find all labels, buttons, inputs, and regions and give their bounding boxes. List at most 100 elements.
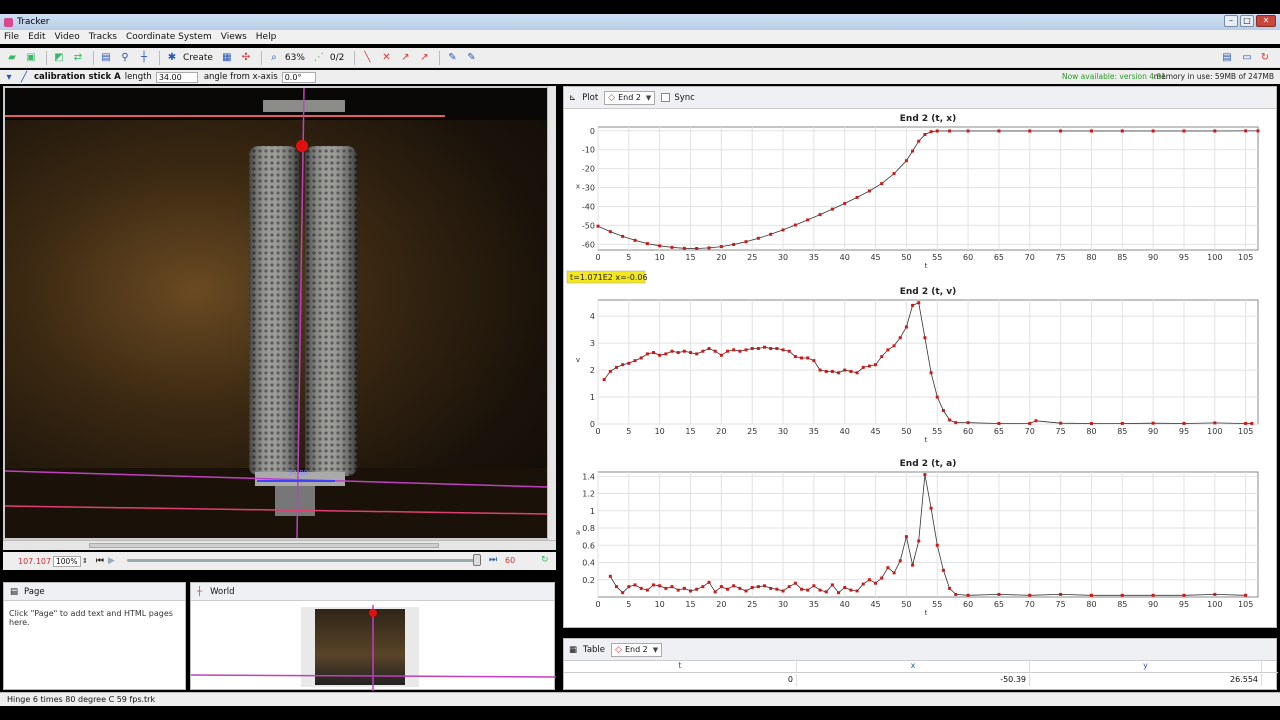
minimize-button[interactable]: – [1224,15,1238,27]
data-point [608,230,612,234]
data-point [633,359,637,363]
menu-coordinate-system[interactable]: Coordinate System [126,32,212,42]
menu-help[interactable]: Help [256,32,277,42]
end-frame-field[interactable]: 60 [505,556,515,565]
protractor-icon[interactable]: ✎ [463,50,479,66]
data-point [787,585,791,589]
zoom-icon[interactable]: ⌕ [266,50,282,66]
scroll-thumb[interactable] [89,543,439,548]
playback-rate-field[interactable]: 100% [53,555,81,567]
acceleration-icon[interactable]: ↗ [416,50,432,66]
calibration-track-name[interactable]: calibration stick A [34,72,121,82]
dropdown-arrow-icon[interactable]: ▾ [4,69,14,85]
calibration-tools-icon[interactable]: ⚲ [117,50,133,66]
x-tick-label: 35 [809,253,819,262]
plots-area[interactable]: 0 5 10 15 20 25 30 35 40 45 50 55 60 65 70 75 80 85 90 95 10… [564,109,1276,627]
plot-track-selector[interactable]: ◇ End 2 ▼ [604,90,656,105]
step-back-icon[interactable]: ⏮ [96,556,104,566]
x-tick-label: 80 [1086,427,1096,436]
x-tick-label: 100 [1207,600,1222,609]
zoom-level[interactable]: 63% [285,53,305,63]
data-point [738,349,742,353]
x-tick-label: 85 [1117,600,1127,609]
x-tick-label: 90 [1148,253,1158,262]
save-icon[interactable]: ▣ [23,50,39,66]
data-point [732,584,736,588]
video-horizontal-scrollbar[interactable] [3,540,556,550]
frame-slider[interactable] [127,559,479,562]
frame-slider-knob[interactable] [473,554,481,566]
menu-video[interactable]: Video [55,32,80,42]
menu-views[interactable]: Views [221,32,247,42]
data-point [658,584,662,588]
refresh-icon[interactable]: ↻ [1257,50,1273,66]
maximize-button[interactable]: □ [1240,15,1254,27]
plot-label[interactable]: Plot [582,93,598,103]
toolbar-divider [159,50,160,65]
notes-icon[interactable]: ▤ [1219,50,1235,66]
autotracker-icon[interactable]: ✣ [238,50,254,66]
vector-icon[interactable]: ╲ [359,50,375,66]
end2-marker[interactable] [296,140,308,152]
menu-edit[interactable]: Edit [28,32,45,42]
data-point [701,349,705,353]
page-hint-text: Click "Page" to add text and HTML pages … [9,609,173,627]
data-point [941,409,945,413]
axes-icon[interactable]: ┼ [136,50,152,66]
data-point [824,590,828,594]
position-marker-icon[interactable]: ✕ [378,50,394,66]
data-point [670,245,674,249]
create-track-icon[interactable]: ✱ [164,50,180,66]
menu-tracks[interactable]: Tracks [89,32,117,42]
chevron-down-icon: ▼ [645,93,652,102]
data-point [997,421,1001,425]
open-video-icon[interactable]: ◩ [51,50,67,66]
sync-label: Sync [674,92,695,103]
loop-icon[interactable]: ↻ [541,555,549,565]
data-point [719,353,723,357]
data-point [966,421,970,425]
data-point [954,592,958,596]
data-point [658,244,662,248]
footprint-counter[interactable]: 0/2 [330,53,344,63]
frame-time-field[interactable]: 107.107 [18,557,53,566]
data-point [769,232,773,236]
video-vertical-scrollbar[interactable] [547,86,556,550]
column-header-t[interactable]: t [564,659,797,672]
close-button[interactable]: ✕ [1256,15,1276,27]
data-point [1089,421,1093,425]
clip-settings-icon[interactable]: ▤ [98,50,114,66]
data-point [670,585,674,589]
ruler-icon[interactable]: ✎ [444,50,460,66]
data-point [781,228,785,232]
data-point [707,580,711,584]
version-notice[interactable]: Now available: version 4.91 [1062,72,1166,81]
page-panel-title[interactable]: Page [24,587,45,597]
angle-field[interactable]: 0.0° [281,71,316,83]
play-icon[interactable]: ▶ [108,556,115,566]
column-header-x[interactable]: x [797,659,1030,672]
import-icon[interactable]: ⇄ [70,50,86,66]
data-point [837,371,841,375]
track-control-icon[interactable]: ▦ [219,50,235,66]
sync-checkbox[interactable] [661,93,671,102]
data-point [948,418,952,422]
create-track-button[interactable]: Create [183,53,213,63]
step-end-icon[interactable]: ⏭ [489,555,497,565]
table-label[interactable]: Table [583,645,605,655]
data-point [917,139,921,143]
view-icon[interactable]: ▭ [1239,50,1255,66]
velocity-icon[interactable]: ↗ [397,50,413,66]
x-tick-label: 45 [870,253,880,262]
table-row[interactable]: 0 -50.39 26.554 [564,674,1278,686]
video-frame[interactable]: 34.00 [5,88,547,538]
rate-spinner-icon[interactable]: ⇕ [82,557,88,565]
length-field[interactable]: 34.00 [155,71,198,83]
open-folder-icon[interactable]: ▰ [4,50,20,66]
trails-icon[interactable]: ⋰ [311,50,327,66]
menu-file[interactable]: File [4,32,19,42]
table-track-selector[interactable]: ◇ End 2 ▼ [611,642,663,657]
data-point [1151,129,1155,133]
data-point [886,566,890,570]
column-header-y[interactable]: y [1030,659,1262,672]
